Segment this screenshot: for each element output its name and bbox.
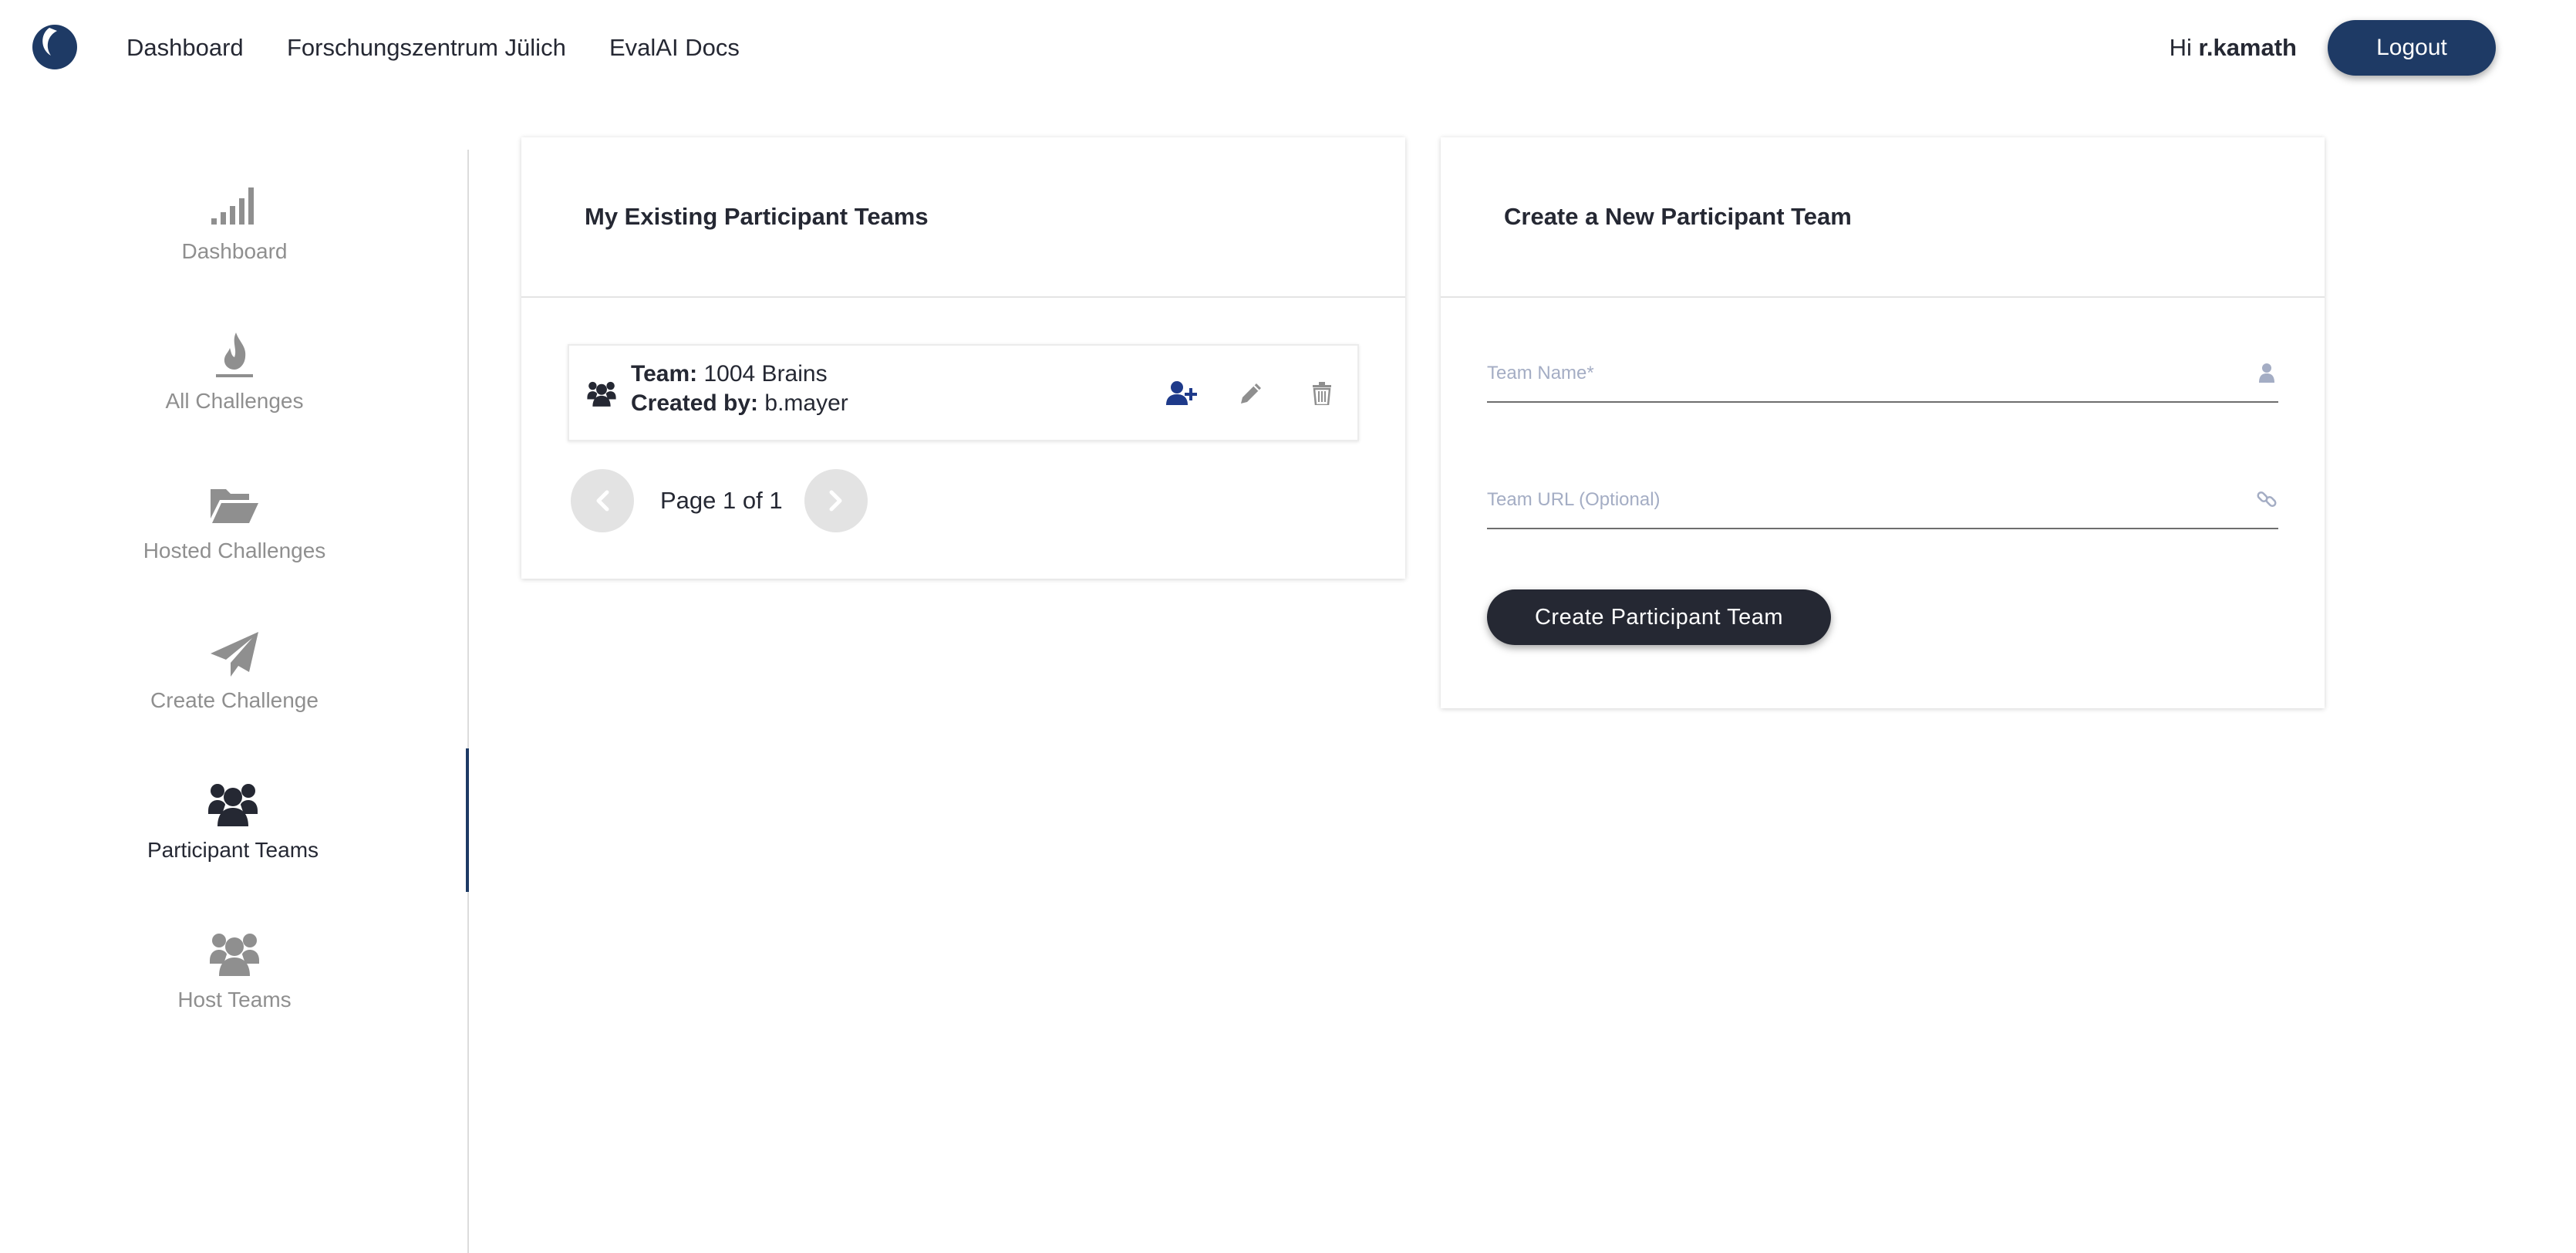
create-participant-team-button[interactable]: Create Participant Team xyxy=(1487,589,1831,645)
sidebar-item-label: Hosted Challenges xyxy=(143,539,326,562)
add-member-icon[interactable] xyxy=(1166,378,1197,409)
username: r.kamath xyxy=(2198,34,2297,61)
chevron-right-icon xyxy=(829,490,842,512)
sidebar-item-all-challenges[interactable]: All Challenges xyxy=(0,299,469,443)
nav-link-evalai-docs[interactable]: EvalAI Docs xyxy=(609,34,740,62)
team-url-input[interactable] xyxy=(1487,474,2227,526)
next-page-button[interactable] xyxy=(804,469,868,532)
greeting-prefix: Hi xyxy=(2169,34,2199,61)
signal-bars-icon xyxy=(207,179,262,231)
team-info: Team: 1004 Brains Created by: b.mayer xyxy=(631,360,848,418)
users-icon xyxy=(587,381,616,407)
create-team-card: Create a New Participant Team Create Par… xyxy=(1441,137,2325,708)
team-row: Team: 1004 Brains Created by: b.mayer xyxy=(568,344,1359,441)
sidebar-item-participant-teams[interactable]: Participant Teams xyxy=(0,748,469,892)
card-header: My Existing Participant Teams xyxy=(521,137,1405,298)
card-header: Create a New Participant Team xyxy=(1441,137,2325,298)
nav-link-dashboard[interactable]: Dashboard xyxy=(126,34,244,62)
create-team-title: Create a New Participant Team xyxy=(1504,203,1852,230)
previous-page-button[interactable] xyxy=(571,469,634,532)
sidebar-item-host-teams[interactable]: Host Teams xyxy=(0,898,469,1042)
chevron-left-icon xyxy=(596,490,609,512)
team-creator: b.mayer xyxy=(764,390,848,416)
user-icon xyxy=(2255,361,2278,384)
sidebar-item-label: Participant Teams xyxy=(147,838,319,862)
evalai-logo-icon[interactable] xyxy=(31,23,79,71)
edit-pencil-icon[interactable] xyxy=(1236,378,1266,409)
page-indicator: Page 1 of 1 xyxy=(660,487,783,514)
logout-button[interactable]: Logout xyxy=(2328,20,2496,76)
users-icon xyxy=(205,778,261,830)
sidebar-item-hosted-challenges[interactable]: Hosted Challenges xyxy=(0,449,469,593)
team-url-field xyxy=(1487,474,2278,529)
team-name: 1004 Brains xyxy=(703,361,828,387)
trash-icon[interactable] xyxy=(1307,378,1337,409)
pagination: Page 1 of 1 xyxy=(571,469,868,532)
team-name-field xyxy=(1487,347,2278,403)
paper-plane-icon xyxy=(207,628,262,681)
sidebar-item-label: All Challenges xyxy=(165,389,304,413)
fire-icon xyxy=(207,329,262,381)
link-icon xyxy=(2255,488,2278,511)
created-by-label: Created by: xyxy=(631,390,759,416)
team-label: Team: xyxy=(631,361,698,387)
sidebar-item-create-challenge[interactable]: Create Challenge xyxy=(0,599,469,742)
sidebar-item-label: Dashboard xyxy=(181,239,288,263)
folder-open-icon xyxy=(207,478,262,531)
top-navbar: Dashboard Forschungszentrum Jülich EvalA… xyxy=(0,0,2576,96)
sidebar-item-dashboard[interactable]: Dashboard xyxy=(0,150,469,293)
user-greeting: Hi r.kamath xyxy=(2170,34,2297,62)
sidebar-item-label: Host Teams xyxy=(177,988,292,1012)
users-icon xyxy=(207,927,262,980)
nav-link-forschungszentrum[interactable]: Forschungszentrum Jülich xyxy=(287,34,566,62)
existing-teams-title: My Existing Participant Teams xyxy=(585,203,929,230)
sidebar: Dashboard All Challenges Hosted Challeng… xyxy=(0,150,469,1253)
existing-teams-card: My Existing Participant Teams Team: 1004… xyxy=(521,137,1405,579)
sidebar-item-label: Create Challenge xyxy=(150,688,319,712)
team-name-input[interactable] xyxy=(1487,347,2227,400)
